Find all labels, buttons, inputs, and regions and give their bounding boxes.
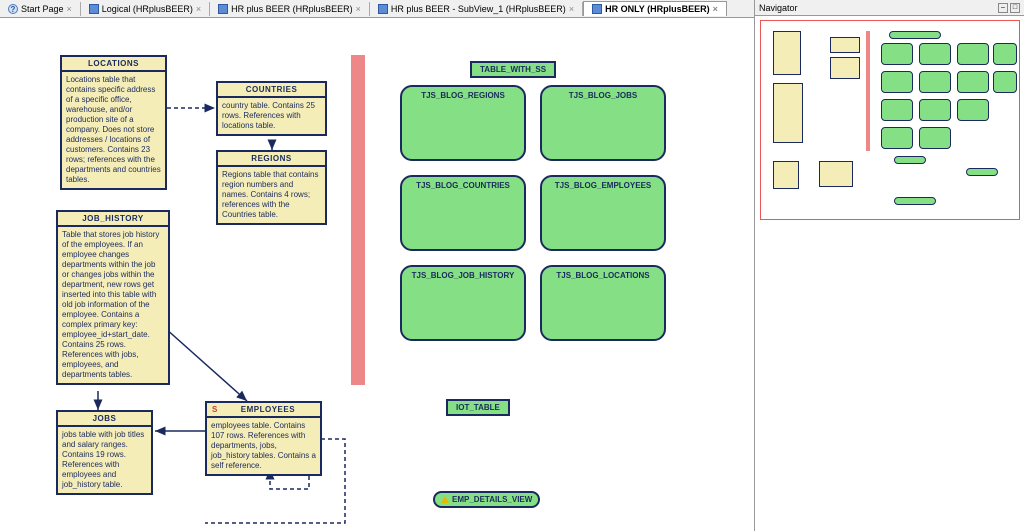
entity-body: employees table. Contains 107 rows. Refe… bbox=[207, 418, 320, 474]
entity-body: country table. Contains 25 rows. Referen… bbox=[218, 98, 325, 134]
tab-label: Logical (HRplusBEER) bbox=[102, 4, 193, 14]
navigator-thumbnail[interactable] bbox=[760, 20, 1020, 220]
entity-title: REGIONS bbox=[218, 152, 325, 167]
close-icon[interactable]: × bbox=[67, 4, 72, 14]
tab-label: HR plus BEER (HRplusBEER) bbox=[231, 4, 353, 14]
tab-logical[interactable]: Logical (HRplusBEER) × bbox=[81, 2, 210, 16]
tab-hr-only[interactable]: HR ONLY (HRplusBEER) × bbox=[583, 1, 727, 16]
entity-job-history[interactable]: JOB_HISTORY Table that stores job histor… bbox=[56, 210, 170, 385]
entity-body: Table that stores job history of the emp… bbox=[58, 227, 168, 383]
diagram-icon bbox=[89, 4, 99, 14]
tab-label: HR plus BEER - SubView_1 (HRplusBEER) bbox=[391, 4, 566, 14]
label: EMP_DETAILS_VIEW bbox=[452, 495, 532, 504]
entity-title: JOBS bbox=[58, 412, 151, 427]
minimize-button[interactable]: – bbox=[998, 3, 1008, 13]
section-iot-table: IOT_TABLE bbox=[446, 399, 510, 416]
close-icon[interactable]: × bbox=[196, 4, 201, 14]
close-icon[interactable]: × bbox=[356, 4, 361, 14]
tab-bar: ? Start Page × Logical (HRplusBEER) × HR… bbox=[0, 0, 754, 18]
box-tjs-blog-countries[interactable]: TJS_BLOG_COUNTRIES bbox=[400, 175, 526, 251]
entity-locations[interactable]: LOCATIONS Locations table that contains … bbox=[60, 55, 167, 190]
navigator-header: Navigator – □ bbox=[755, 0, 1024, 16]
entity-title: LOCATIONS bbox=[62, 57, 165, 72]
box-tjs-blog-job-history[interactable]: TJS_BLOG_JOB_HISTORY bbox=[400, 265, 526, 341]
entity-title: JOB_HISTORY bbox=[58, 212, 168, 227]
tab-start-page[interactable]: ? Start Page × bbox=[0, 2, 81, 16]
entity-body: Regions table that contains region numbe… bbox=[218, 167, 325, 223]
diagram-icon bbox=[592, 4, 602, 14]
close-icon[interactable]: × bbox=[569, 4, 574, 14]
entity-countries[interactable]: COUNTRIES country table. Contains 25 row… bbox=[216, 81, 327, 136]
entity-regions[interactable]: REGIONS Regions table that contains regi… bbox=[216, 150, 327, 225]
diagram-icon bbox=[218, 4, 228, 14]
tab-label: HR ONLY (HRplusBEER) bbox=[605, 4, 710, 14]
entity-body: jobs table with job titles and salary ra… bbox=[58, 427, 151, 493]
help-icon: ? bbox=[8, 4, 18, 14]
entity-body: Locations table that contains specific a… bbox=[62, 72, 165, 188]
maximize-button[interactable]: □ bbox=[1010, 3, 1020, 13]
box-tjs-blog-employees[interactable]: TJS_BLOG_EMPLOYEES bbox=[540, 175, 666, 251]
tab-hr-plus-beer[interactable]: HR plus BEER (HRplusBEER) × bbox=[210, 2, 370, 16]
tab-subview[interactable]: HR plus BEER - SubView_1 (HRplusBEER) × bbox=[370, 2, 583, 16]
box-tjs-blog-jobs[interactable]: TJS_BLOG_JOBS bbox=[540, 85, 666, 161]
box-tjs-blog-locations[interactable]: TJS_BLOG_LOCATIONS bbox=[540, 265, 666, 341]
entity-title: COUNTRIES bbox=[218, 83, 325, 98]
warning-icon bbox=[441, 496, 449, 503]
tab-label: Start Page bbox=[21, 4, 64, 14]
navigator-title: Navigator bbox=[759, 3, 798, 13]
box-tjs-blog-regions[interactable]: TJS_BLOG_REGIONS bbox=[400, 85, 526, 161]
entity-employees[interactable]: SEMPLOYEES employees table. Contains 107… bbox=[205, 401, 322, 476]
entity-title: SEMPLOYEES bbox=[207, 403, 320, 418]
close-icon[interactable]: × bbox=[713, 4, 718, 14]
divider-red bbox=[351, 55, 365, 385]
navigator-panel: Navigator – □ bbox=[754, 0, 1024, 531]
diagram-canvas[interactable]: LOCATIONS Locations table that contains … bbox=[0, 18, 754, 531]
diagram-icon bbox=[378, 4, 388, 14]
box-emp-details-view[interactable]: EMP_DETAILS_VIEW bbox=[433, 491, 540, 508]
section-table-with-ss: TABLE_WITH_SS bbox=[470, 61, 556, 78]
entity-jobs[interactable]: JOBS jobs table with job titles and sala… bbox=[56, 410, 153, 495]
